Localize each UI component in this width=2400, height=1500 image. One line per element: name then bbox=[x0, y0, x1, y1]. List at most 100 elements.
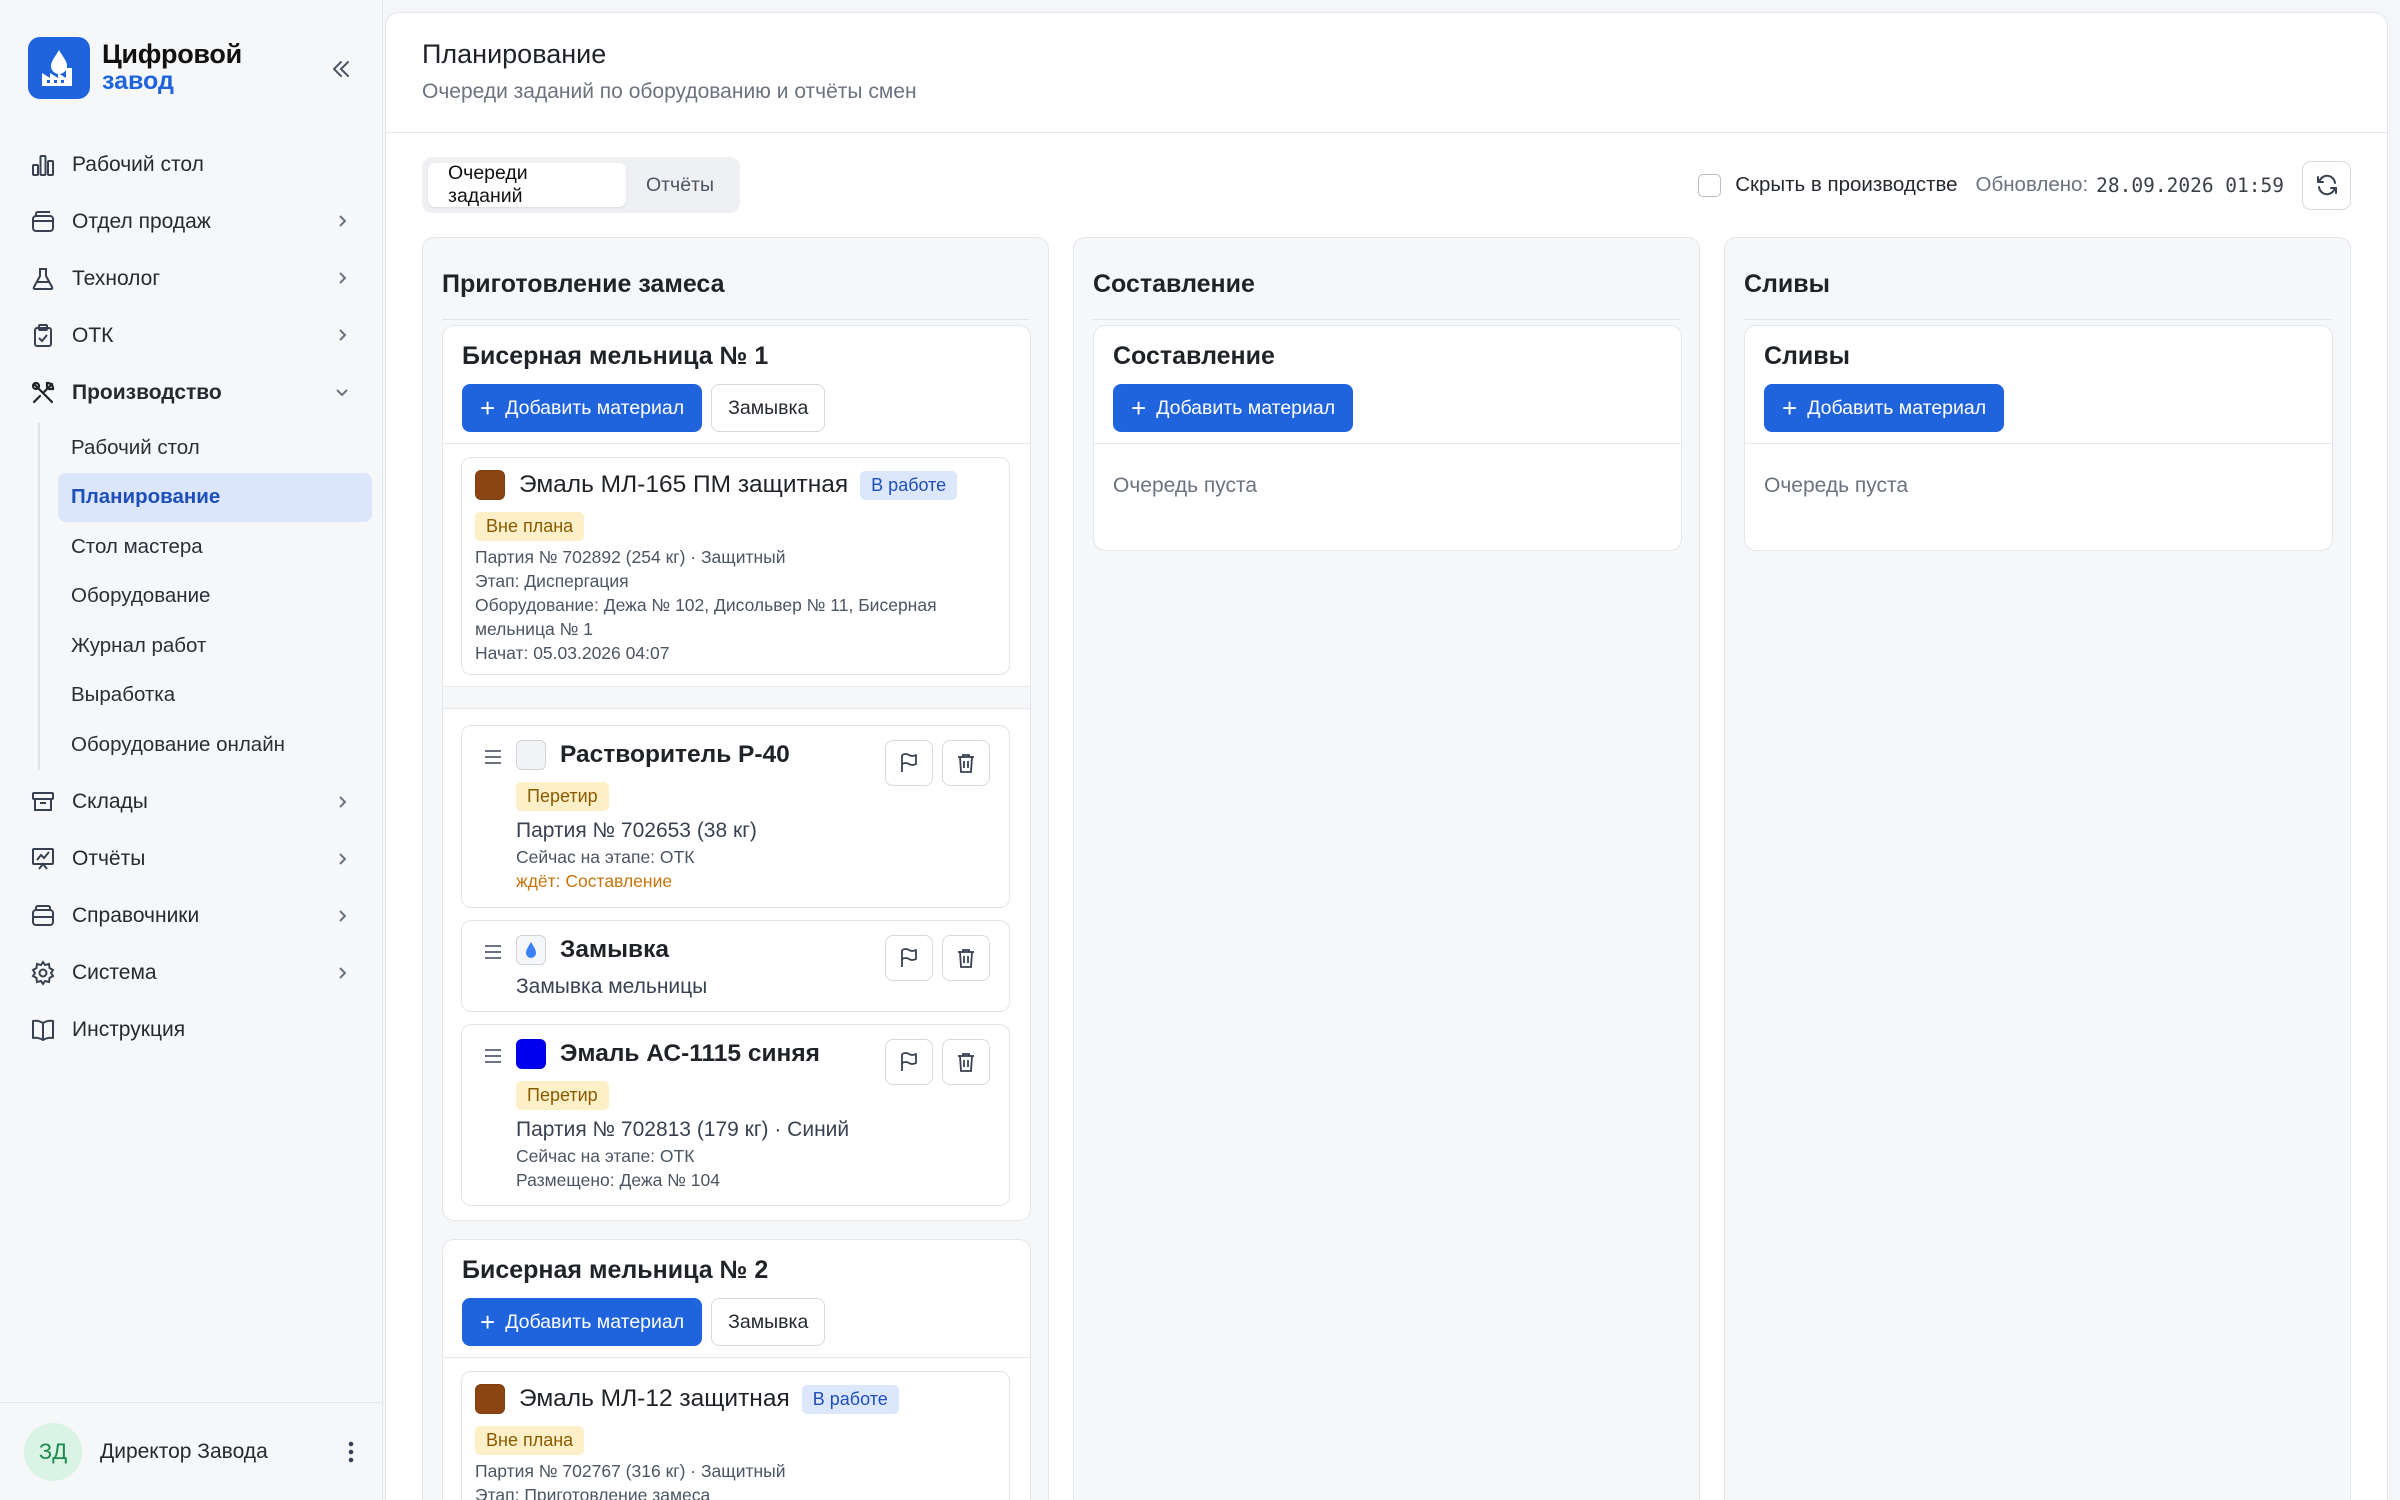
drag-handle-icon[interactable] bbox=[483, 943, 503, 961]
queue-item[interactable]: Эмаль АС-1115 синяя Перетир Партия № 702… bbox=[461, 1024, 1010, 1206]
equipment-name: Бисерная мельница № 2 bbox=[462, 1256, 769, 1284]
nav-item-manual[interactable]: Инструкция bbox=[16, 1002, 372, 1059]
mill-wash-button[interactable]: Замывка bbox=[711, 384, 826, 432]
wallet-icon bbox=[28, 207, 58, 237]
main-nav: Рабочий стол Отдел продаж Технолог ОТК П… bbox=[16, 136, 372, 1059]
subnav-item-equipment[interactable]: Оборудование bbox=[58, 572, 372, 622]
add-material-button[interactable]: + Добавить материал bbox=[1764, 384, 2005, 432]
queue-item-title-row: Растворитель Р-40 bbox=[516, 740, 909, 770]
status-badge: В работе bbox=[801, 1384, 899, 1414]
nav-item-sales[interactable]: Отдел продаж bbox=[16, 193, 372, 250]
plus-icon: + bbox=[480, 1307, 496, 1337]
stage-badge: Перетир bbox=[516, 1081, 609, 1110]
tab-task-queues[interactable]: Очереди заданий bbox=[428, 162, 626, 207]
column-batch-preparation: Приготовление замеса Бисерная мельница №… bbox=[422, 237, 1049, 1500]
column-title: Сливы bbox=[1744, 238, 2331, 320]
delete-button[interactable] bbox=[942, 1039, 990, 1085]
mill-wash-button[interactable]: Замывка bbox=[711, 1298, 826, 1346]
avatar: ЗД bbox=[24, 1422, 82, 1481]
job-started: Начат: 05.03.2026 04:07 bbox=[475, 643, 670, 663]
trash-icon bbox=[958, 949, 974, 968]
add-material-button[interactable]: + Добавить материал bbox=[462, 384, 703, 432]
current-job-card[interactable]: Эмаль МЛ-165 ПМ защитная В работе Вне пл… bbox=[461, 457, 1010, 675]
production-subnav: Рабочий стол Планирование Стол мастера О… bbox=[38, 423, 372, 770]
hide-in-production-checkbox[interactable] bbox=[1698, 173, 1722, 197]
queue-item-name: Растворитель Р-40 bbox=[560, 741, 790, 768]
column-title: Составление bbox=[1093, 238, 1680, 320]
nav-item-reports[interactable]: Отчёты bbox=[16, 831, 372, 888]
subnav-item-master-desk[interactable]: Стол мастера bbox=[58, 522, 372, 572]
nav-item-technologist[interactable]: Технолог bbox=[16, 250, 372, 307]
updated-label: Обновлено: bbox=[1975, 173, 2089, 196]
plan-badge-row: Вне плана bbox=[475, 1426, 996, 1455]
flask-icon bbox=[28, 264, 58, 294]
nav-item-warehouses[interactable]: Склады bbox=[16, 774, 372, 831]
factory-logo-icon bbox=[28, 37, 90, 99]
nav-item-system[interactable]: Система bbox=[16, 945, 372, 1002]
drag-handle-icon[interactable] bbox=[483, 748, 503, 766]
updated-value: 28.09.2026 01:59 bbox=[2096, 173, 2284, 197]
delete-button[interactable] bbox=[942, 740, 990, 786]
chevron-right-icon bbox=[339, 909, 347, 922]
subnav-item-equipment-online[interactable]: Оборудование онлайн bbox=[58, 720, 372, 770]
collapse-sidebar-icon[interactable] bbox=[326, 54, 356, 84]
nav-label: Справочники bbox=[72, 904, 200, 927]
plus-icon: + bbox=[1782, 393, 1798, 423]
color-swatch bbox=[475, 470, 505, 500]
current-job-card[interactable]: Эмаль МЛ-12 защитная В работе Вне плана … bbox=[461, 1371, 1010, 1500]
subnav-item-desktop[interactable]: Рабочий стол bbox=[58, 423, 372, 473]
queue-item-batch: Партия № 702813 (179 кг) · Синий bbox=[516, 1118, 850, 1141]
database-icon bbox=[28, 901, 58, 931]
toolbar-right: Скрыть в производстве Обновлено: 28.09.2… bbox=[1698, 157, 2351, 213]
equipment-block-drains: Сливы + Добавить материал Очередь пуста bbox=[1744, 325, 2333, 551]
flag-button[interactable] bbox=[885, 740, 933, 786]
queue-item[interactable]: Растворитель Р-40 Перетир Партия № 70265… bbox=[461, 725, 1010, 908]
main-content: Планирование Очереди заданий по оборудов… bbox=[385, 12, 2388, 1500]
bar-chart-icon bbox=[28, 150, 58, 180]
current-job-title-row: Эмаль МЛ-165 ПМ защитная В работе bbox=[475, 470, 996, 500]
subnav-item-planning[interactable]: Планирование bbox=[58, 472, 372, 522]
subnav-item-output[interactable]: Выработка bbox=[58, 671, 372, 721]
logo[interactable]: Цифровой завод bbox=[28, 36, 368, 100]
nav-item-desktop[interactable]: Рабочий стол bbox=[16, 136, 372, 193]
equipment-actions: + Добавить материал bbox=[1764, 384, 2313, 432]
empty-queue-text: Очередь пуста bbox=[1113, 474, 1258, 497]
page-header: Планирование Очереди заданий по оборудов… bbox=[386, 13, 2387, 133]
gear-icon bbox=[28, 958, 58, 988]
trash-icon bbox=[958, 754, 974, 773]
queue-divider bbox=[443, 686, 1030, 709]
nav-item-references[interactable]: Справочники bbox=[16, 888, 372, 945]
queue-item[interactable]: Замывка Замывка мельницы bbox=[461, 920, 1010, 1012]
user-profile[interactable]: ЗД Директор Завода bbox=[0, 1402, 383, 1500]
plus-icon: + bbox=[1131, 393, 1147, 423]
queue-item-content: Растворитель Р-40 Перетир Партия № 70265… bbox=[516, 740, 909, 893]
equipment-block-mill-1: Бисерная мельница № 1 + Добавить материа… bbox=[442, 325, 1031, 1221]
more-vertical-icon[interactable] bbox=[345, 1437, 357, 1467]
color-swatch bbox=[475, 1384, 505, 1414]
nav-item-qc[interactable]: ОТК bbox=[16, 307, 372, 364]
tab-reports[interactable]: Отчёты bbox=[626, 163, 734, 207]
flag-button[interactable] bbox=[885, 1039, 933, 1085]
current-job-name: Эмаль МЛ-12 защитная bbox=[519, 1385, 790, 1412]
chevron-right-icon bbox=[339, 329, 347, 341]
plan-badge-row: Вне плана bbox=[475, 512, 996, 541]
tools-icon bbox=[28, 378, 58, 408]
add-material-button[interactable]: + Добавить материал bbox=[462, 1298, 703, 1346]
drag-handle-icon[interactable] bbox=[483, 1047, 503, 1065]
flag-button[interactable] bbox=[885, 935, 933, 981]
sidebar: Цифровой завод Рабочий стол Отдел продаж bbox=[0, 0, 383, 1500]
equipment-actions: + Добавить материал Замывка bbox=[462, 384, 1011, 432]
chevron-right-icon bbox=[339, 966, 347, 979]
job-equipment: Оборудование: Дежа № 102, Дисольвер № 11… bbox=[475, 595, 937, 639]
refresh-button[interactable] bbox=[2302, 160, 2351, 210]
nav-item-production[interactable]: Производство bbox=[16, 364, 372, 421]
add-material-button[interactable]: + Добавить материал bbox=[1113, 384, 1354, 432]
subnav-item-work-log[interactable]: Журнал работ bbox=[58, 621, 372, 671]
empty-queue-text: Очередь пуста bbox=[1764, 474, 1909, 497]
delete-button[interactable] bbox=[942, 935, 990, 981]
chevron-right-icon bbox=[339, 272, 347, 284]
queue-item-stage-now: Сейчас на этапе: ОТК bbox=[516, 847, 695, 867]
hide-in-production-label[interactable]: Скрыть в производстве bbox=[1735, 173, 1957, 197]
page-title: Планирование bbox=[422, 39, 607, 69]
job-batch: Партия № 702767 (316 кг) · Защитный bbox=[475, 1461, 786, 1481]
